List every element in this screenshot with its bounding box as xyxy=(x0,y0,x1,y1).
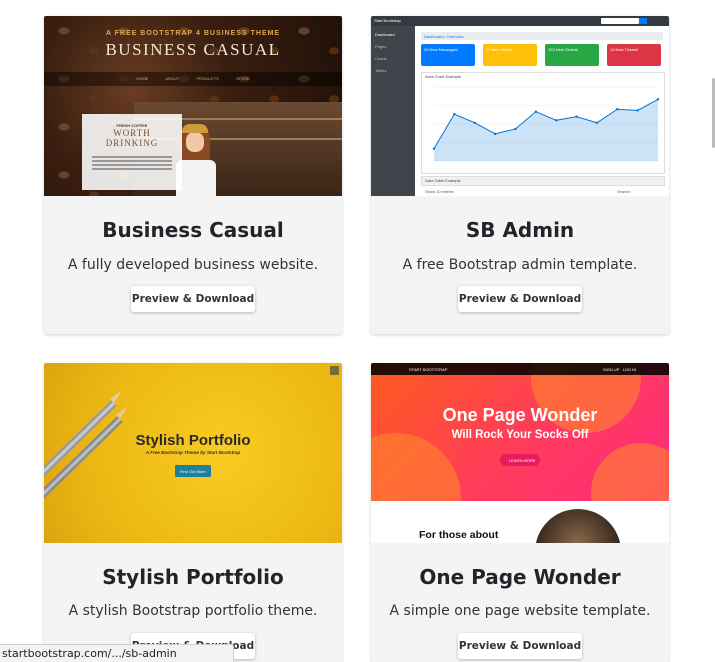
area-point xyxy=(534,110,538,113)
thumb-table-label: Data Table Example xyxy=(425,178,461,183)
thumb-learn-more-button: LEARN MORE xyxy=(500,454,540,466)
thumb-navbar: START BOOTSTRAP SIGN UP LOG IN xyxy=(371,363,669,375)
thumb-search-button xyxy=(639,18,647,24)
area-point xyxy=(473,121,476,124)
area-point xyxy=(514,127,517,131)
area-point xyxy=(575,115,578,118)
thumb-heading: Stylish Portfolio xyxy=(135,432,251,449)
thumb-nav-item: HOME xyxy=(136,76,149,81)
preview-download-button[interactable]: Preview & Download xyxy=(458,633,582,659)
thumb-breadcrumb: Dashboard / Overview xyxy=(421,32,663,40)
thumb-sidebar-item: Dashboard xyxy=(375,32,395,37)
browser-status-bar: startbootstrap.com/.../sb-admin xyxy=(0,644,234,662)
one-page-wonder-thumbnail[interactable]: START BOOTSTRAP SIGN UP LOG IN One Page … xyxy=(371,363,669,543)
area-fill xyxy=(434,99,658,161)
area-point xyxy=(493,132,497,136)
thumb-sidebar-item: Charts xyxy=(375,56,387,61)
thumb-tile-label: 123 New Orders! xyxy=(548,47,579,52)
thumb-section-photo xyxy=(535,509,621,543)
card-title: SB Admin xyxy=(465,218,575,242)
thumb-tile: 26 New Messages! xyxy=(421,44,475,66)
thumb-area-chart: Area Chart Example xyxy=(421,72,665,174)
thumb-section-text: For those about xyxy=(419,529,499,541)
preview-download-button[interactable]: Preview & Download xyxy=(131,286,255,312)
thumb-button-label: Find Out More xyxy=(180,469,206,474)
area-point xyxy=(656,98,660,101)
thumb-brand: Start Bootstrap xyxy=(374,18,401,23)
template-card-sb-admin: Start Bootstrap Dashboard Pages Charts T… xyxy=(371,16,669,334)
area-point xyxy=(616,108,619,111)
card-title: One Page Wonder xyxy=(419,565,621,589)
thumb-nav-links: SIGN UP LOG IN xyxy=(603,367,637,372)
thumb-sidebar: Dashboard Pages Charts Tables xyxy=(371,26,415,196)
card-title: Business Casual xyxy=(102,218,284,242)
thumb-nav-item: STORE xyxy=(235,76,250,81)
thumb-show-entries: Show 10 entries xyxy=(425,189,454,194)
thumb-sidebar-item: Pages xyxy=(375,44,387,49)
card-description: A fully developed business website. xyxy=(67,257,319,273)
business-casual-thumbnail[interactable]: A FREE BOOTSTRAP 4 BUSINESS THEME BUSINE… xyxy=(44,16,342,196)
thumb-tile-label: 11 New Tasks! xyxy=(486,47,512,52)
preview-download-button[interactable]: Preview & Download xyxy=(458,286,582,312)
area-point xyxy=(453,112,456,116)
thumb-subheading: Will Rock Your Socks Off xyxy=(451,429,589,441)
card-description: A free Bootstrap admin template. xyxy=(402,257,638,273)
thumb-tile-label: 13 New Tickets! xyxy=(610,47,639,52)
thumb-tile: 13 New Tickets! xyxy=(607,44,661,66)
thumb-table-controls: Show 10 entries Search: xyxy=(421,186,663,196)
decorative-circle xyxy=(591,443,669,501)
thumb-nav: HOME ABOUT PRODUCTS STORE xyxy=(44,72,342,86)
area-point xyxy=(432,147,436,150)
stylish-portfolio-thumbnail[interactable]: Stylish Portfolio A Free Bootstrap Theme… xyxy=(44,363,342,543)
thumb-tagline: A Free Bootstrap Theme by Start Bootstra… xyxy=(145,450,241,455)
thumb-box-paragraph xyxy=(92,156,172,158)
menu-toggle-icon xyxy=(330,366,339,375)
area-chart-svg xyxy=(432,86,660,162)
thumb-tile: 11 New Tasks! xyxy=(483,44,537,66)
card-title: Stylish Portfolio xyxy=(102,565,284,589)
template-card-business-casual: A FREE BOOTSTRAP 4 BUSINESS THEME BUSINE… xyxy=(44,16,342,334)
thumb-hero: START BOOTSTRAP SIGN UP LOG IN One Page … xyxy=(371,363,669,501)
thumb-brand: START BOOTSTRAP xyxy=(409,367,448,372)
area-point xyxy=(636,109,639,112)
template-card-stylish-portfolio: Stylish Portfolio A Free Bootstrap Theme… xyxy=(44,363,342,662)
thumb-tile: 123 New Orders! xyxy=(545,44,599,66)
sb-admin-thumbnail[interactable]: Start Bootstrap Dashboard Pages Charts T… xyxy=(371,16,669,196)
thumb-nav-item: PRODUCTS xyxy=(196,76,219,81)
thumb-subtitle: A FREE BOOTSTRAP 4 BUSINESS THEME xyxy=(105,30,281,37)
thumb-table-search: Search: xyxy=(617,189,631,194)
thumb-heading: BUSINESS CASUAL xyxy=(105,40,281,59)
thumb-box-heading: WORTH DRINKING xyxy=(105,128,159,148)
thumb-sidebar-item: Tables xyxy=(375,68,387,73)
thumb-tile-label: 26 New Messages! xyxy=(424,47,459,52)
thumb-nav-item: ABOUT xyxy=(165,76,180,81)
thumb-intro-box: FRESH COFFEE WORTH DRINKING xyxy=(82,114,182,190)
template-card-one-page-wonder: START BOOTSTRAP SIGN UP LOG IN One Page … xyxy=(371,363,669,662)
area-point xyxy=(554,119,558,122)
thumb-breadcrumb-text: Dashboard / Overview xyxy=(424,34,464,39)
thumb-button-label: LEARN MORE xyxy=(509,458,536,463)
thumb-heading: One Page Wonder xyxy=(442,405,598,425)
decorative-circle xyxy=(371,433,461,501)
card-description: A simple one page website template. xyxy=(389,603,651,619)
card-description: A stylish Bootstrap portfolio theme. xyxy=(68,603,318,619)
thumb-find-out-more-button: Find Out More xyxy=(175,465,211,477)
thumb-search-input xyxy=(601,18,639,24)
thumb-table-header: Data Table Example xyxy=(421,176,665,186)
area-point xyxy=(595,121,599,124)
